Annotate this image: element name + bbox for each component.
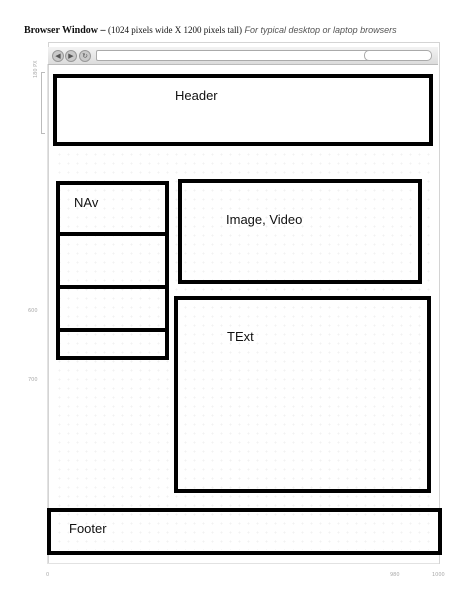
media-block	[178, 179, 422, 284]
nav-block-4	[56, 328, 169, 360]
forward-icon: ▶	[65, 50, 77, 62]
ruler-mark-1000: 1000	[432, 572, 445, 578]
nav-block-3	[56, 285, 169, 332]
text-label: TExt	[227, 329, 254, 344]
reload-icon: ↻	[79, 50, 91, 62]
horizontal-ruler	[47, 563, 439, 564]
vertical-ruler	[47, 64, 48, 564]
ruler-mark-980: 980	[390, 572, 400, 578]
title-dimensions: (1024 pixels wide X 1200 pixels tall)	[108, 25, 242, 35]
height-label: 180 PX	[33, 60, 39, 78]
header-block	[53, 74, 433, 146]
nav-label: NAv	[74, 195, 99, 210]
back-icon: ◀	[52, 50, 64, 62]
nav-block-1	[56, 181, 169, 236]
ruler-mark-0: 0	[46, 572, 50, 578]
address-bar	[96, 50, 404, 61]
ruler-mark-700: 700	[28, 377, 38, 383]
browser-toolbar: ◀ ▶ ↻	[48, 47, 438, 65]
ruler-mark-600: 600	[28, 308, 38, 314]
nav-block-2	[56, 232, 169, 289]
footer-label: Footer	[69, 521, 107, 536]
diagram-title: Browser Window – (1024 pixels wide X 120…	[24, 25, 397, 36]
text-block	[174, 296, 431, 493]
title-note: For typical desktop or laptop browsers	[244, 25, 397, 35]
media-label: Image, Video	[226, 212, 303, 227]
header-height-bracket	[41, 72, 45, 134]
header-label: Header	[175, 88, 218, 103]
title-bold: Browser Window –	[24, 25, 106, 36]
search-field	[364, 50, 432, 61]
